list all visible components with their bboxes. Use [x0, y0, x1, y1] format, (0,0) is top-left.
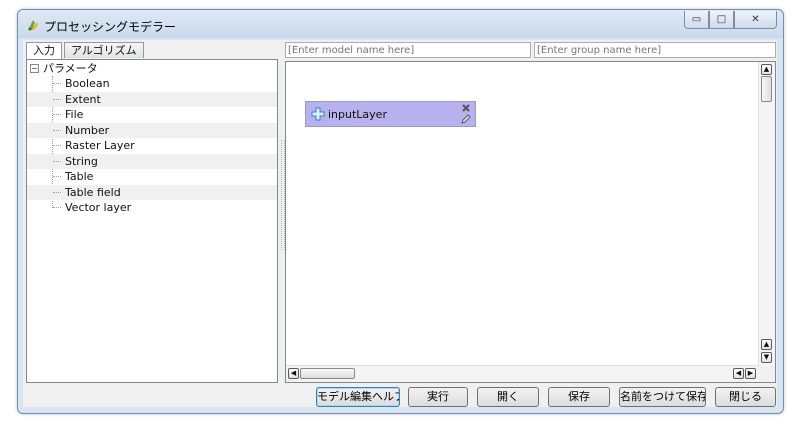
- minimize-button[interactable]: ▭: [684, 11, 709, 29]
- tree-branch-line: [53, 207, 61, 208]
- save-as-button[interactable]: 名前をつけて保存..: [619, 387, 706, 407]
- model-node-input-layer[interactable]: inputLayer: [305, 101, 476, 127]
- tree-item-number[interactable]: Number: [27, 122, 277, 138]
- tree-item-string[interactable]: String: [27, 153, 277, 169]
- tree-branch-line: [53, 191, 61, 193]
- tree-branch-line: [53, 145, 61, 146]
- model-help-button[interactable]: モデル編集ヘルプ: [316, 387, 400, 407]
- close-window-button[interactable]: ✕: [734, 11, 777, 29]
- tab-inputs[interactable]: 入力: [26, 42, 62, 59]
- tree-item-extent[interactable]: Extent: [27, 91, 277, 107]
- plus-icon: [311, 107, 325, 121]
- tree-root-label: パラメータ: [43, 62, 98, 75]
- tree-branch-line: [53, 83, 61, 84]
- modeler-window: プロセッシングモデラー ▭ □ ✕ 入力 アルゴリズム − パラメータ Boole…: [17, 9, 784, 414]
- tree-branch-line: [53, 114, 61, 115]
- tree-item-label: Number: [65, 123, 110, 137]
- maximize-icon: □: [716, 14, 727, 25]
- open-button[interactable]: 開く: [477, 387, 539, 407]
- tree-item-label: String: [65, 154, 98, 168]
- model-canvas[interactable]: inputLayer ▲ ▲ ▼ ◀ ◀ ▶: [285, 61, 776, 383]
- vertical-scrollbar[interactable]: ▲ ▲ ▼: [758, 62, 775, 366]
- qgis-app-icon: [28, 20, 38, 31]
- parameters-tree: − パラメータ Boolean Extent File Number Raster…: [26, 59, 278, 383]
- delete-icon[interactable]: [461, 103, 471, 113]
- tree-item-label: Table field: [65, 185, 121, 199]
- tree-branch-line: [53, 98, 61, 100]
- tree-item-vector-layer[interactable]: Vector layer: [27, 200, 277, 216]
- node-label: inputLayer: [328, 108, 387, 121]
- tree-branch-line: [53, 129, 61, 131]
- group-name-input[interactable]: [534, 42, 776, 58]
- scroll-left-button[interactable]: ◀: [288, 368, 299, 379]
- tree-items: Boolean Extent File Number Raster Layer …: [27, 76, 277, 216]
- minimize-icon: ▭: [691, 14, 702, 25]
- edit-icon[interactable]: [460, 114, 471, 125]
- tree-item-boolean[interactable]: Boolean: [27, 76, 277, 92]
- tree-root-parameters[interactable]: − パラメータ: [30, 61, 98, 76]
- horizontal-scroll-thumb[interactable]: [300, 368, 355, 379]
- caption-buttons: ▭ □ ✕: [684, 11, 777, 29]
- scroll-right-button[interactable]: ▶: [745, 368, 756, 379]
- horizontal-scrollbar[interactable]: ◀ ◀ ▶: [286, 365, 759, 382]
- tree-branch-line: [53, 160, 61, 162]
- tree-item-label: Raster Layer: [65, 139, 135, 152]
- left-panel-tabs: 入力 アルゴリズム: [26, 42, 146, 59]
- tree-item-raster-layer[interactable]: Raster Layer: [27, 138, 277, 154]
- run-button[interactable]: 実行: [408, 387, 468, 407]
- tree-item-label: Boolean: [65, 77, 110, 90]
- tree-item-label: Vector layer: [65, 201, 132, 214]
- tab-algorithms[interactable]: アルゴリズム: [64, 42, 144, 58]
- scrollbar-corner: [759, 366, 775, 382]
- tree-item-table[interactable]: Table: [27, 169, 277, 185]
- scroll-down-button[interactable]: ▼: [761, 352, 772, 363]
- title-bar[interactable]: プロセッシングモデラー ▭ □ ✕: [18, 10, 783, 40]
- scroll-up-button[interactable]: ▲: [761, 339, 772, 350]
- collapse-icon[interactable]: −: [30, 64, 39, 73]
- button-row: モデル編集ヘルプ 実行 開く 保存 名前をつけて保存.. 閉じる: [23, 386, 777, 407]
- model-name-input[interactable]: [285, 42, 531, 58]
- close-button[interactable]: 閉じる: [715, 387, 776, 407]
- vertical-scroll-thumb[interactable]: [761, 76, 772, 102]
- scroll-left-button[interactable]: ◀: [733, 368, 744, 379]
- tree-item-label: File: [65, 108, 84, 121]
- tree-item-label: Table: [65, 170, 94, 183]
- save-button[interactable]: 保存: [548, 387, 610, 407]
- tree-item-file[interactable]: File: [27, 107, 277, 123]
- maximize-button[interactable]: □: [709, 11, 734, 29]
- tree-branch-line: [53, 176, 61, 177]
- tree-item-table-field[interactable]: Table field: [27, 184, 277, 200]
- client-area: 入力 アルゴリズム − パラメータ Boolean Extent File Num…: [23, 40, 777, 407]
- close-icon: ✕: [751, 14, 760, 25]
- window-title: プロセッシングモデラー: [44, 20, 177, 34]
- scroll-up-button[interactable]: ▲: [761, 64, 772, 75]
- tree-item-label: Extent: [65, 92, 101, 106]
